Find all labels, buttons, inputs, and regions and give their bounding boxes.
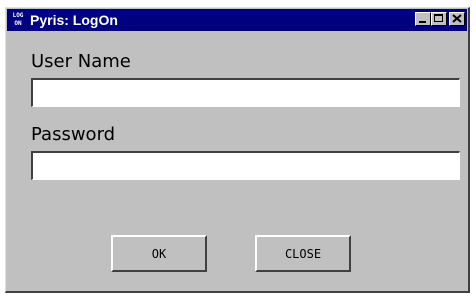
close-icon xyxy=(452,14,462,23)
user-name-label: User Name xyxy=(31,51,131,72)
minimize-button[interactable] xyxy=(415,12,431,26)
password-input[interactable] xyxy=(31,151,460,180)
minimize-icon xyxy=(419,21,426,23)
close-window-button[interactable] xyxy=(449,12,465,26)
password-label: Password xyxy=(31,124,116,145)
app-icon-text-line2: ON xyxy=(14,20,22,27)
logon-app-icon[interactable]: LOG ON xyxy=(9,11,27,29)
ok-button[interactable]: OK xyxy=(111,235,207,272)
window-title: Pyris: LogOn xyxy=(30,12,118,28)
close-button[interactable]: CLOSE xyxy=(255,235,351,272)
app-icon-text-line1: LOG xyxy=(12,12,24,19)
user-name-input[interactable] xyxy=(31,78,460,107)
logon-dialog: LOG ON Pyris: LogOn User Name Password O… xyxy=(5,7,470,293)
maximize-icon xyxy=(434,14,443,22)
maximize-button[interactable] xyxy=(431,12,447,26)
title-bar[interactable]: LOG ON Pyris: LogOn xyxy=(7,9,467,31)
